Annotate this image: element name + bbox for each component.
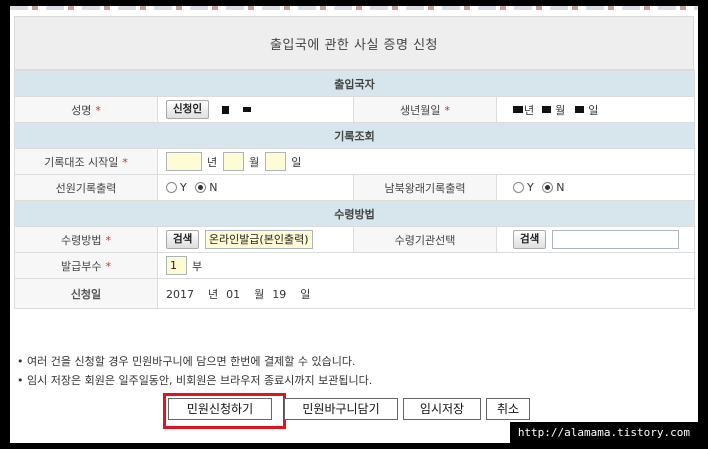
application-form-window: 출입국에 관한 사실 증명 신청 출입국자 성명 * 신청인 생년월일 * 년월일 … bbox=[10, 6, 698, 443]
receipt-method-value: 검색 온라인발급(본인출력) bbox=[157, 226, 354, 253]
label-start-date: 기록대조 시작일 * bbox=[14, 148, 158, 175]
redacted-birth-year bbox=[513, 106, 523, 113]
application-table: 출입국자 성명 * 신청인 생년월일 * 년월일 기록조회 기록대조 시작일 * 년월… bbox=[13, 70, 696, 309]
applicant-button[interactable]: 신청인 bbox=[166, 100, 209, 119]
label-name: 성명 * bbox=[14, 96, 158, 123]
agency-search-button[interactable]: 검색 bbox=[513, 230, 547, 249]
redacted-name-2 bbox=[242, 107, 251, 112]
label-receipt-method: 수령방법 * bbox=[14, 226, 158, 253]
section-header-records: 기록조회 bbox=[13, 122, 696, 149]
label-crew-record: 선원기록출력 bbox=[14, 174, 158, 201]
start-date-value: 년월일 bbox=[156, 148, 696, 175]
agency-value: 검색 bbox=[495, 226, 696, 253]
basket-button[interactable]: 민원바구니담기 bbox=[284, 398, 398, 420]
copies-input[interactable]: 1 bbox=[166, 256, 187, 275]
redacted-birth-month bbox=[542, 106, 552, 113]
receipt-search-button[interactable]: 검색 bbox=[166, 230, 200, 249]
birth-value: 년월일 bbox=[495, 96, 696, 123]
form-title-box: 출입국에 관한 사실 증명 신청 bbox=[14, 16, 694, 70]
label-apply-date: 신청일 bbox=[14, 278, 158, 309]
label-copies: 발급부수 * bbox=[14, 252, 158, 279]
section-header-receipt: 수령방법 bbox=[13, 200, 696, 227]
page-title: 출입국에 관한 사실 증명 신청 bbox=[269, 37, 439, 53]
label-birth: 생년월일 * bbox=[353, 96, 497, 123]
start-month-input[interactable] bbox=[223, 152, 245, 171]
apply-date-value: 2017 년 01 월 19 일 bbox=[156, 278, 696, 309]
top-strip bbox=[10, 6, 698, 10]
crew-radio-n[interactable] bbox=[195, 182, 207, 194]
nk-radio-y[interactable] bbox=[513, 182, 524, 194]
label-agency: 수령기관선택 bbox=[353, 226, 497, 253]
nk-record-value: Y N bbox=[495, 174, 696, 201]
crew-record-value: Y N bbox=[157, 174, 354, 201]
receipt-method-input[interactable]: 온라인발급(본인출력) bbox=[204, 230, 313, 249]
name-value: 신청인 bbox=[157, 96, 354, 123]
cancel-button[interactable]: 취소 bbox=[486, 398, 530, 420]
label-nk-record: 남북왕래기록출력 bbox=[353, 174, 497, 201]
start-year-input[interactable] bbox=[166, 152, 202, 171]
start-day-input[interactable] bbox=[265, 152, 287, 171]
agency-input[interactable] bbox=[551, 230, 679, 249]
crew-radio-y[interactable] bbox=[166, 182, 177, 194]
redacted-name-1 bbox=[222, 105, 230, 114]
watermark: http://alamama.tistory.com bbox=[509, 422, 698, 443]
note-item: 임시 저장은 회원은 일주일동안, 비회원은 브라우저 종료시까지 보관됩니다. bbox=[17, 371, 372, 390]
copies-value: 1부 bbox=[156, 252, 696, 279]
note-item: 여러 건을 신청할 경우 민원바구니에 담으면 한번에 결제할 수 있습니다. bbox=[17, 352, 372, 371]
required-mark: * bbox=[95, 103, 101, 117]
temp-save-button[interactable]: 임시저장 bbox=[403, 398, 481, 420]
nk-radio-n[interactable] bbox=[542, 182, 554, 194]
apply-button[interactable]: 민원신청하기 bbox=[168, 398, 272, 420]
redacted-birth-day bbox=[575, 106, 585, 113]
notes: 여러 건을 신청할 경우 민원바구니에 담으면 한번에 결제할 수 있습니다. … bbox=[17, 352, 372, 390]
section-header-person: 출입국자 bbox=[13, 70, 696, 97]
